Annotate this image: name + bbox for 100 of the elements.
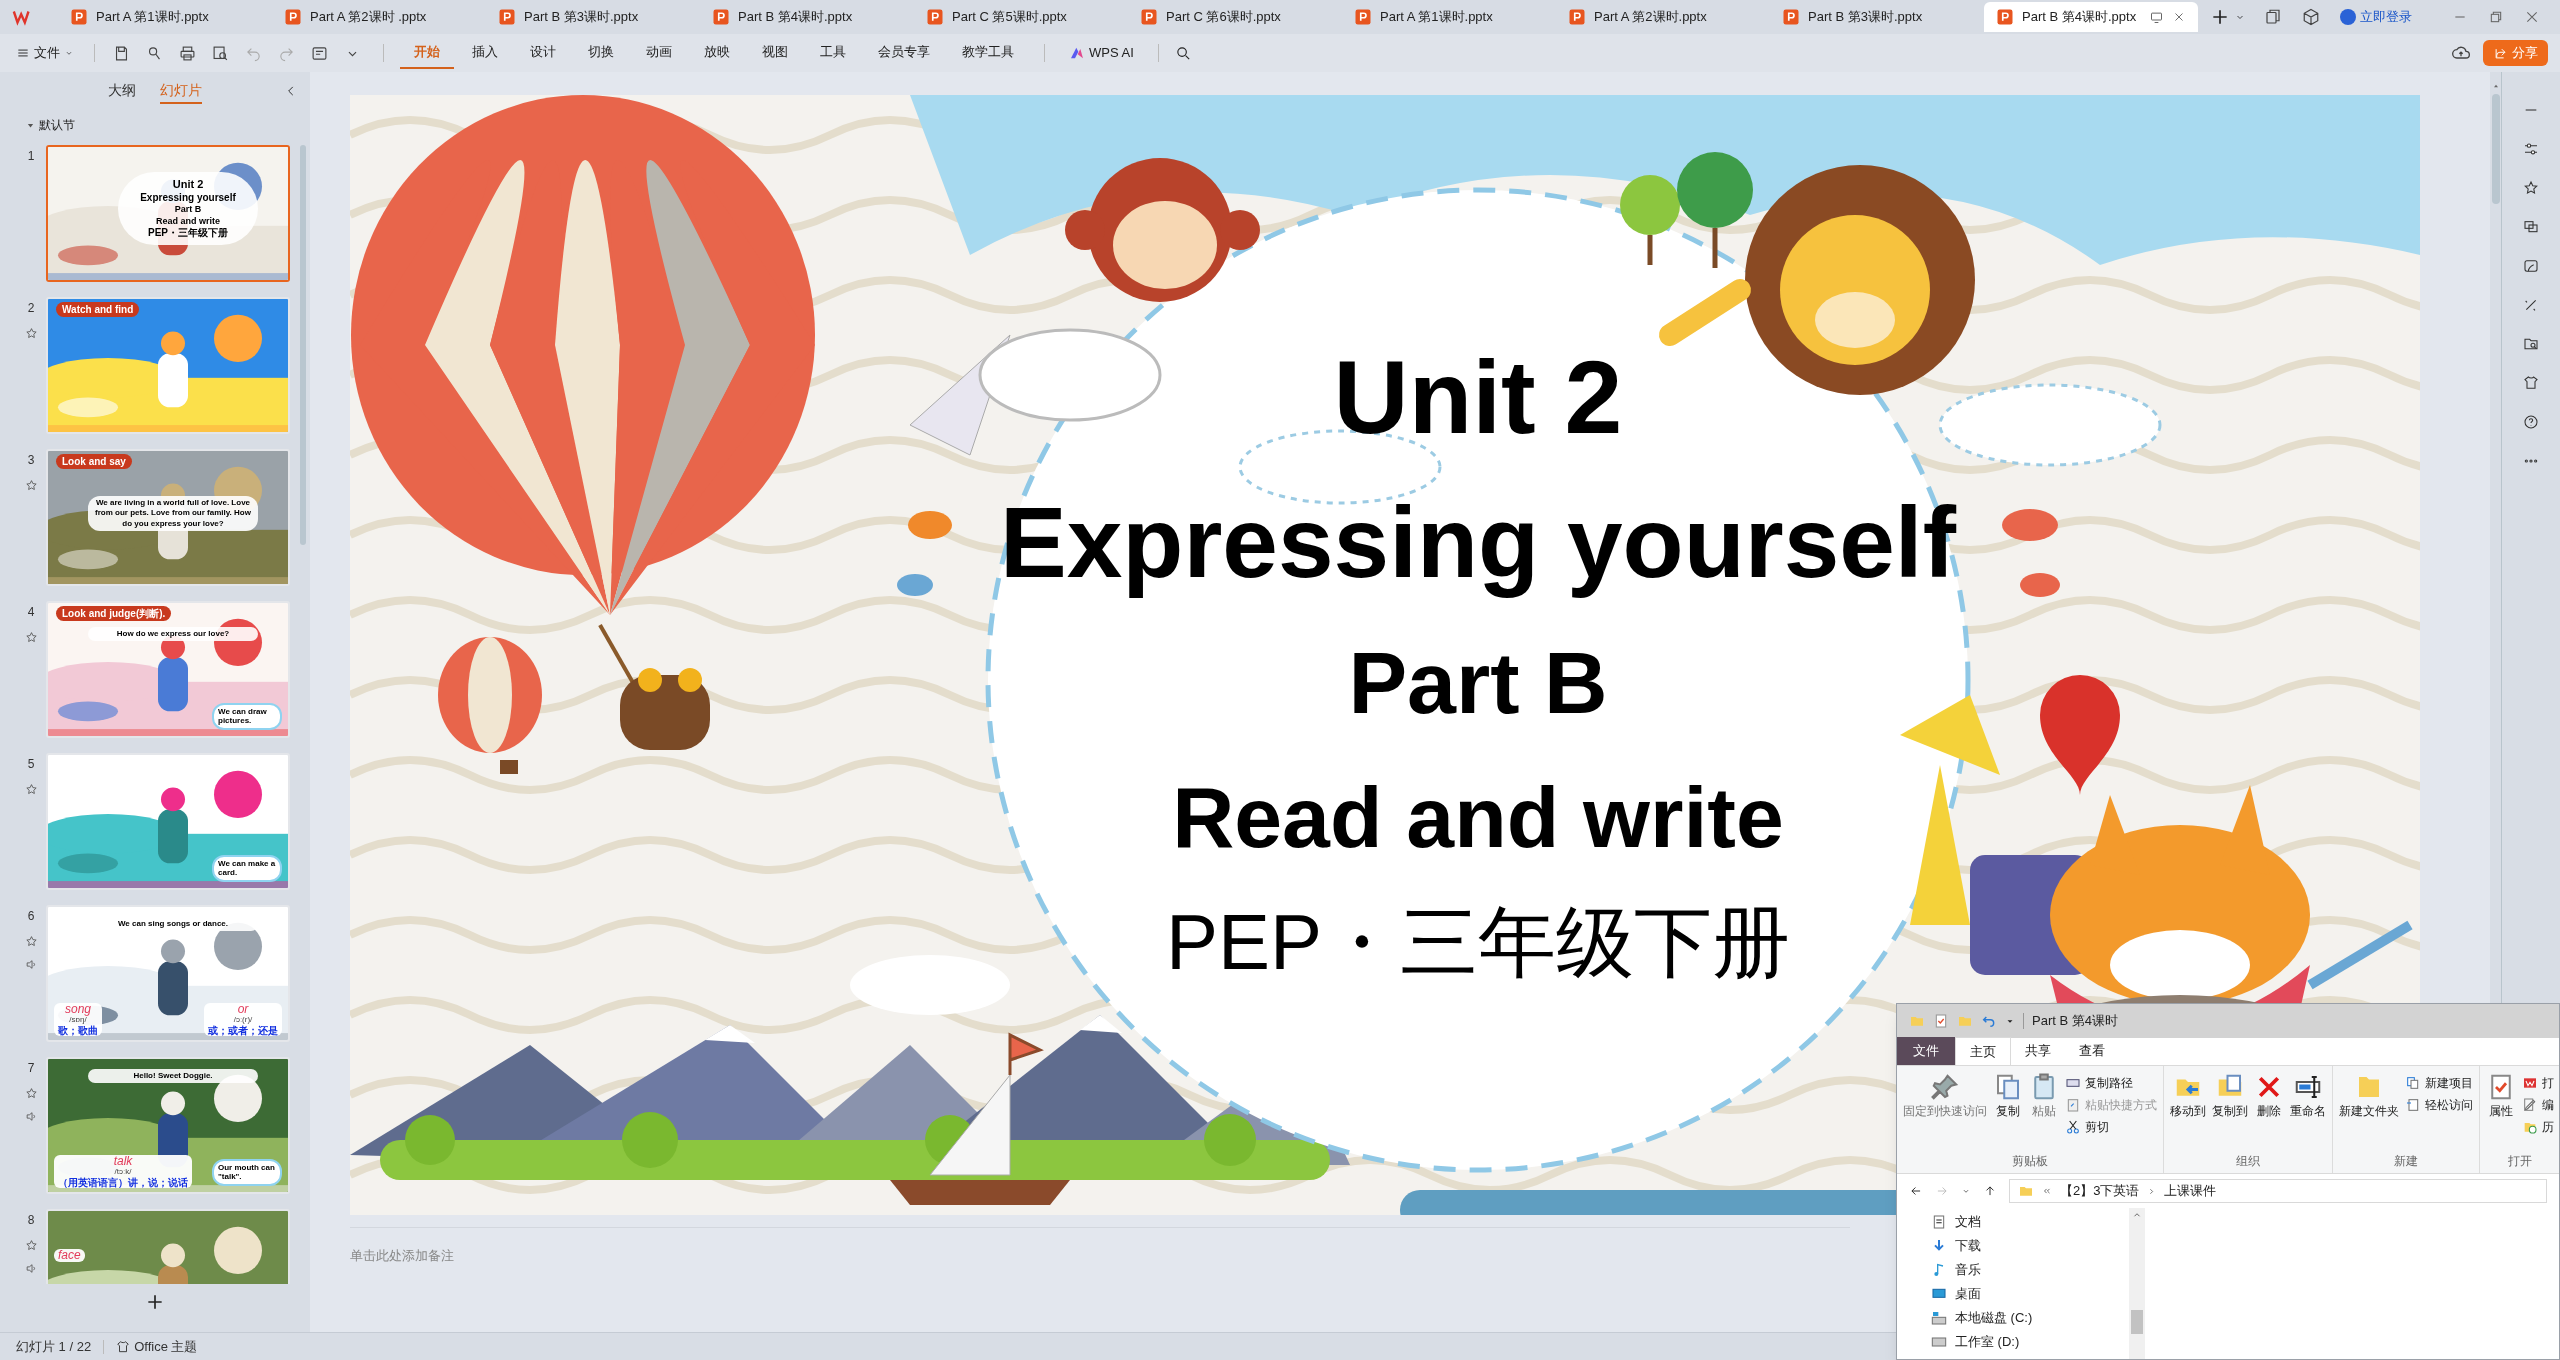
file-menu[interactable]: 文件 [8, 43, 82, 63]
slide-thumbnail[interactable]: We can make a card. [46, 753, 290, 890]
ribbon-tab[interactable]: 切换 [574, 37, 628, 69]
ribbon-button[interactable]: 复制到 [2212, 1072, 2248, 1152]
document-tab[interactable]: Part A 第2课时.pptx [1556, 2, 1770, 32]
wps-ai-button[interactable]: WPS AI [1061, 43, 1142, 63]
windows-icon[interactable] [2264, 8, 2282, 26]
speaker-icon[interactable] [24, 958, 38, 971]
slide-thumbnail[interactable]: Watch and find [46, 297, 290, 434]
scrollbar-thumb[interactable] [300, 145, 306, 545]
ribbon-button[interactable]: 固定到快速访问 [1903, 1072, 1987, 1152]
book-search-icon[interactable] [2523, 336, 2539, 352]
format-icon[interactable] [311, 44, 328, 62]
document-tab[interactable]: Part B 第3课时.pptx [1770, 2, 1984, 32]
shirt-icon [116, 1339, 131, 1354]
ribbon-button[interactable]: 移动到 [2170, 1072, 2206, 1152]
nav-item[interactable]: 文档 [1931, 1212, 2129, 1231]
ribbon-tab[interactable]: 查看 [2065, 1037, 2119, 1065]
ribbon-tab[interactable]: 设计 [516, 37, 570, 69]
nav-item[interactable]: 下载 [1931, 1236, 2129, 1255]
theme-button[interactable]: Office 主题 [116, 1336, 198, 1357]
ribbon-button[interactable]: 历 [2522, 1118, 2554, 1136]
breadcrumb-item[interactable]: 【2】3下英语 [2060, 1181, 2140, 1201]
scrollbar-thumb[interactable] [2131, 1310, 2143, 1334]
shirt-icon[interactable] [2523, 375, 2539, 391]
slide-thumbnail[interactable]: Look and say We are living in a world full of love. Love from our pets. Love from our family. How do you express your love? [46, 449, 290, 586]
star-icon[interactable] [24, 1239, 38, 1252]
ribbon-tab[interactable]: 插入 [458, 37, 512, 69]
slide-thumbnail[interactable]: Look and judge(判断). How do we express our love? We can draw pictures. [46, 601, 290, 738]
ribbon-tab[interactable]: 放映 [690, 37, 744, 69]
ribbon-button[interactable]: 复制路径 [2065, 1074, 2157, 1092]
restore-icon[interactable] [2488, 9, 2504, 25]
document-tab[interactable]: Part C 第5课时.pptx [914, 2, 1128, 32]
star-icon[interactable] [24, 327, 38, 340]
ribbon-button[interactable]: 打 [2522, 1074, 2554, 1092]
nav-item[interactable]: 音乐 [1931, 1260, 2129, 1279]
speaker-icon[interactable] [24, 1262, 38, 1275]
sliders-icon[interactable] [2523, 141, 2539, 157]
new-tab-icon[interactable] [2210, 7, 2230, 27]
ribbon-button[interactable]: 新建文件夹 [2339, 1072, 2399, 1152]
slide-thumbnail[interactable]: We can sing songs or dance. song /sɒŋ/ 歌；歌曲 or /ɔː(r)/ 或；或者；还是 [46, 905, 290, 1042]
document-tab[interactable]: Part A 第2课时 .pptx [272, 2, 486, 32]
back-icon[interactable] [1909, 1184, 1923, 1198]
search-icon[interactable] [1174, 44, 1192, 62]
image-icon[interactable] [2523, 258, 2539, 274]
nav-item[interactable]: 桌面 [1931, 1284, 2129, 1303]
ribbon-tab[interactable]: 主页 [1955, 1037, 2011, 1065]
ribbon-button[interactable]: 新建项目 [2405, 1074, 2473, 1092]
breadcrumb-item[interactable]: 上课课件 [2164, 1181, 2217, 1201]
slide-title-text: Part B [174, 204, 202, 216]
star-icon[interactable] [24, 935, 38, 948]
scrollbar-thumb[interactable] [2491, 94, 2500, 204]
copy-icon[interactable] [2523, 219, 2539, 235]
document-tab[interactable]: Part B 第3课时.pptx [486, 2, 700, 32]
slide-thumbnail[interactable]: face [46, 1209, 290, 1284]
login-link[interactable]: 立即登录 [2340, 7, 2412, 27]
ribbon-tab[interactable]: 教学工具 [948, 37, 1028, 69]
nav-item[interactable]: 本地磁盘 (C:) [1931, 1308, 2129, 1327]
magic-wand-icon[interactable] [2523, 297, 2539, 313]
print-icon[interactable] [179, 44, 196, 62]
nav-item[interactable]: 工作室 (D:) [1931, 1332, 2129, 1351]
meaning-text: 歌；歌曲 [58, 1025, 98, 1036]
save-icon[interactable] [113, 44, 130, 62]
close-icon[interactable] [2524, 9, 2540, 25]
star-icon[interactable] [24, 479, 38, 492]
cube-icon[interactable] [2302, 8, 2320, 26]
speaker-icon[interactable] [24, 1110, 38, 1123]
section-header[interactable]: 默认节 [0, 110, 310, 140]
ribbon-tab[interactable]: 视图 [748, 37, 802, 69]
help-icon[interactable] [2523, 414, 2539, 430]
star-icon[interactable] [24, 1087, 38, 1100]
add-slide-icon[interactable] [145, 1292, 165, 1312]
ribbon-tab[interactable]: 动画 [632, 37, 686, 69]
slide-thumbnail[interactable]: Hello! Sweet Doggie. Our mouth can "talk". talk /tɔːk/ （用英语语言）讲，说；说话 [46, 1057, 290, 1194]
ribbon-button[interactable]: 编 [2522, 1096, 2554, 1114]
document-tab[interactable]: Part B 第4课时.pptx [700, 2, 914, 32]
ribbon-tab[interactable]: 共享 [2011, 1037, 2065, 1065]
ribbon-button[interactable]: 属性 [2486, 1072, 2516, 1152]
star-icon[interactable] [2523, 180, 2539, 196]
ribbon-button[interactable]: 剪切 [2065, 1118, 2157, 1136]
star-icon[interactable] [24, 783, 38, 796]
screen-icon[interactable] [2149, 9, 2164, 25]
star-icon[interactable] [24, 631, 38, 644]
ribbon-button[interactable]: 复制 [1993, 1072, 2023, 1152]
ribbon-button[interactable]: 重命名 [2290, 1072, 2326, 1152]
document-tab[interactable]: Part C 第6课时.pptx [1128, 2, 1342, 32]
ribbon-button[interactable]: 粘贴 [2029, 1072, 2059, 1152]
ribbon-button[interactable]: 删除 [2254, 1072, 2284, 1152]
ribbon-tab[interactable]: 会员专享 [864, 37, 944, 69]
view-tab[interactable]: 大纲 [108, 78, 136, 104]
ribbon-button[interactable]: 轻松访问 [2405, 1096, 2473, 1114]
ribbon-tab[interactable]: 工具 [806, 37, 860, 69]
ribbon-tab[interactable]: 文件 [1897, 1037, 1955, 1065]
properties-icon[interactable] [1933, 1013, 1949, 1029]
print-preview-icon[interactable] [212, 44, 229, 62]
document-tab[interactable]: Part B 第4课时.pptx [1984, 2, 2198, 32]
document-tab[interactable]: Part A 第1课时.pptx [58, 2, 272, 32]
address-bar[interactable]: 【2】3下英语 上课课件 [2009, 1179, 2547, 1203]
document-tab[interactable]: Part A 第1课时.pptx [1342, 2, 1556, 32]
slide-thumbnail[interactable]: Unit 2 Expressing yourself Part B Read and write PEP・三年级下册 [46, 145, 290, 282]
